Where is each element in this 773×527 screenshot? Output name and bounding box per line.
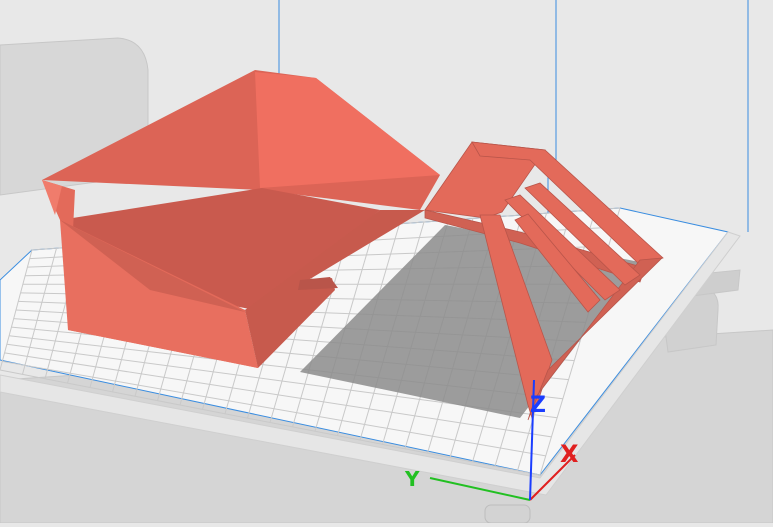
bed-clip — [484, 504, 531, 524]
scene-svg[interactable]: X Y Z — [0, 0, 773, 524]
x-axis-label: X — [560, 440, 579, 468]
z-axis-label: Z — [530, 393, 546, 418]
y-axis-label: Y — [404, 467, 420, 491]
3d-viewport[interactable]: X Y Z — [0, 0, 773, 524]
